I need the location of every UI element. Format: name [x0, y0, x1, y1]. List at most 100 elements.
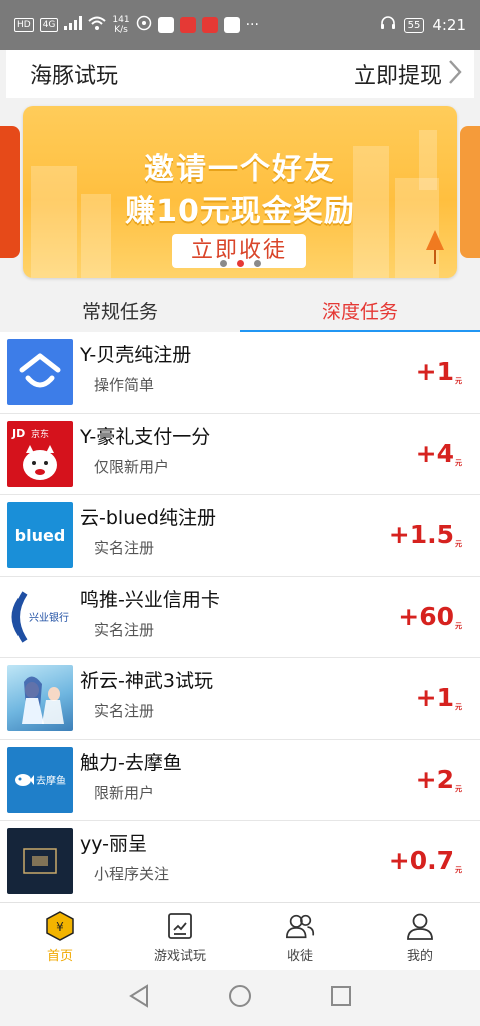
svg-text:¥: ¥ — [56, 920, 64, 934]
tab-regular-tasks[interactable]: 常规任务 — [0, 292, 240, 332]
reward-unit: 元 — [455, 866, 462, 874]
nav-label: 收徒 — [286, 948, 313, 964]
wifi-icon — [88, 16, 107, 34]
home-hexagon-icon: ¥ — [45, 910, 75, 941]
hd-indicator: HD — [14, 18, 34, 32]
licheng-logo-icon — [7, 828, 73, 894]
chevron-right-icon — [448, 59, 462, 90]
task-title: 云-blued纯注册 — [80, 507, 216, 529]
reward-amount: +1 — [415, 357, 454, 386]
carousel-dots — [23, 260, 457, 267]
list-item[interactable]: JD 京东 Y-豪礼支付一分 仅限新用户 +4 元 — [0, 413, 480, 495]
clock: 4:21 — [432, 16, 466, 34]
banner-headline: 邀请一个好友 — [144, 152, 336, 187]
carousel-dot[interactable] — [253, 260, 261, 267]
list-item[interactable]: 祈云-神武3试玩 实名注册 +1 元 — [0, 658, 480, 740]
reward-unit: 元 — [455, 703, 462, 711]
reward-unit: 元 — [455, 621, 462, 630]
reward-unit: 元 — [455, 458, 462, 467]
task-subtitle: 实名注册 — [94, 620, 155, 639]
jd-logo-text: JD — [12, 426, 26, 440]
task-reward: +4 元 — [415, 438, 462, 468]
carousel-dot[interactable] — [219, 260, 227, 267]
task-list: Y-贝壳纯注册 操作简单 +1 元 JD 京东 Y-豪礼支付一分 仅限新用户 +… — [0, 332, 480, 903]
qumoyu-logo-text: 去摩鱼 — [36, 776, 66, 787]
task-reward: +1.5 元 — [389, 521, 462, 549]
bottom-nav: ¥ 首页 游戏试玩 收徒 我的 — [0, 902, 480, 970]
home-circle-icon[interactable] — [228, 984, 252, 1012]
invite-banner[interactable]: 邀请一个好友 赚10元现金奖励 立即收徒 — [23, 106, 457, 278]
profile-icon — [405, 911, 435, 941]
network-speed: 141 K/s — [112, 15, 129, 35]
task-subtitle: 实名注册 — [94, 539, 155, 557]
list-item[interactable]: 去摩鱼 触力-去摩鱼 限新用户 +2 元 — [0, 739, 480, 821]
list-item[interactable]: Y-贝壳纯注册 操作简单 +1 元 — [0, 332, 480, 414]
speed-value: 141 — [112, 15, 130, 25]
reward-amount: +2 — [415, 764, 454, 794]
task-title: 触力-去摩鱼 — [80, 751, 182, 774]
task-title: yy-丽呈 — [80, 833, 148, 855]
more-notifications: ··· — [245, 17, 259, 33]
withdraw-button[interactable]: 立即提现 — [354, 58, 462, 90]
tab-deep-tasks[interactable]: 深度任务 — [240, 292, 480, 332]
beike-logo-icon — [7, 339, 73, 405]
reward-unit: 元 — [455, 540, 462, 548]
carousel-dot-active[interactable] — [236, 260, 244, 267]
task-subtitle: 实名注册 — [94, 702, 155, 720]
task-reward: +60 元 — [398, 601, 462, 631]
qumoyu-logo-icon: 去摩鱼 — [7, 746, 73, 813]
withdraw-label: 立即提现 — [353, 64, 442, 89]
next-banner[interactable] — [460, 126, 480, 258]
task-reward: +1 元 — [416, 684, 462, 712]
app-notification-icon — [223, 17, 240, 33]
headphones-icon — [380, 15, 396, 35]
task-subtitle: 小程序关注 — [94, 865, 170, 883]
task-subtitle: 限新用户 — [94, 783, 155, 802]
nav-label: 首页 — [46, 948, 73, 964]
app-notification-icon — [179, 17, 196, 33]
nav-home[interactable]: ¥ 首页 — [0, 903, 120, 971]
blued-logo-icon: blued — [7, 502, 73, 568]
network-4g-indicator: 4G — [39, 18, 59, 32]
reward-amount: +4 — [415, 438, 454, 468]
battery-icon: 55 — [403, 17, 425, 33]
list-item[interactable]: yy-丽呈 小程序关注 +0.7 元 — [0, 821, 480, 903]
list-item[interactable]: blued 云-blued纯注册 实名注册 +1.5 元 — [0, 495, 480, 577]
reward-amount: +0.7 — [388, 846, 454, 875]
task-title: Y-贝壳纯注册 — [80, 344, 192, 366]
reward-amount: +1 — [415, 683, 454, 712]
apprentice-users-icon — [285, 911, 315, 941]
industrial-bank-logo-icon: 兴业银行 — [7, 583, 73, 650]
reward-amount: +60 — [398, 601, 454, 631]
nav-apprentice[interactable]: 收徒 — [240, 903, 360, 971]
task-subtitle: 操作简单 — [94, 376, 155, 394]
app-notification-icon — [157, 17, 174, 33]
blued-logo-text: blued — [14, 525, 66, 545]
task-reward: +2 元 — [415, 764, 462, 794]
signal-icon — [64, 16, 83, 34]
page-title: 海豚试玩 — [30, 64, 119, 89]
task-title: Y-豪礼支付一分 — [80, 425, 211, 448]
bank-logo-text: 兴业银行 — [29, 613, 69, 624]
task-title: 祈云-神武3试玩 — [80, 670, 213, 692]
status-bar: HD 4G 141 K/s ··· 55 4:21 — [0, 0, 480, 50]
jd-logo-icon: JD 京东 — [7, 420, 73, 487]
previous-banner[interactable] — [0, 126, 20, 258]
app-notification-icon — [201, 17, 218, 33]
reward-unit: 元 — [455, 784, 462, 793]
shenwu-game-icon — [7, 665, 73, 731]
recents-square-icon[interactable] — [330, 985, 352, 1011]
jd-logo-subtext: 京东 — [31, 429, 50, 440]
nav-profile[interactable]: 我的 — [360, 903, 480, 971]
banner-carousel[interactable]: 邀请一个好友 赚10元现金奖励 立即收徒 — [0, 104, 480, 284]
speed-unit: K/s — [114, 25, 128, 35]
list-item[interactable]: 兴业银行 鸣推-兴业信用卡 实名注册 +60 元 — [0, 576, 480, 658]
back-icon[interactable] — [128, 984, 150, 1012]
nav-label: 我的 — [406, 948, 433, 964]
reward-unit: 元 — [455, 377, 462, 385]
task-reward: +0.7 元 — [389, 847, 462, 875]
banner-subheadline: 赚10元现金奖励 — [125, 194, 355, 229]
task-tabs: 常规任务 深度任务 — [0, 292, 480, 332]
nav-game-trial[interactable]: 游戏试玩 — [120, 903, 240, 971]
task-subtitle: 仅限新用户 — [94, 457, 170, 476]
